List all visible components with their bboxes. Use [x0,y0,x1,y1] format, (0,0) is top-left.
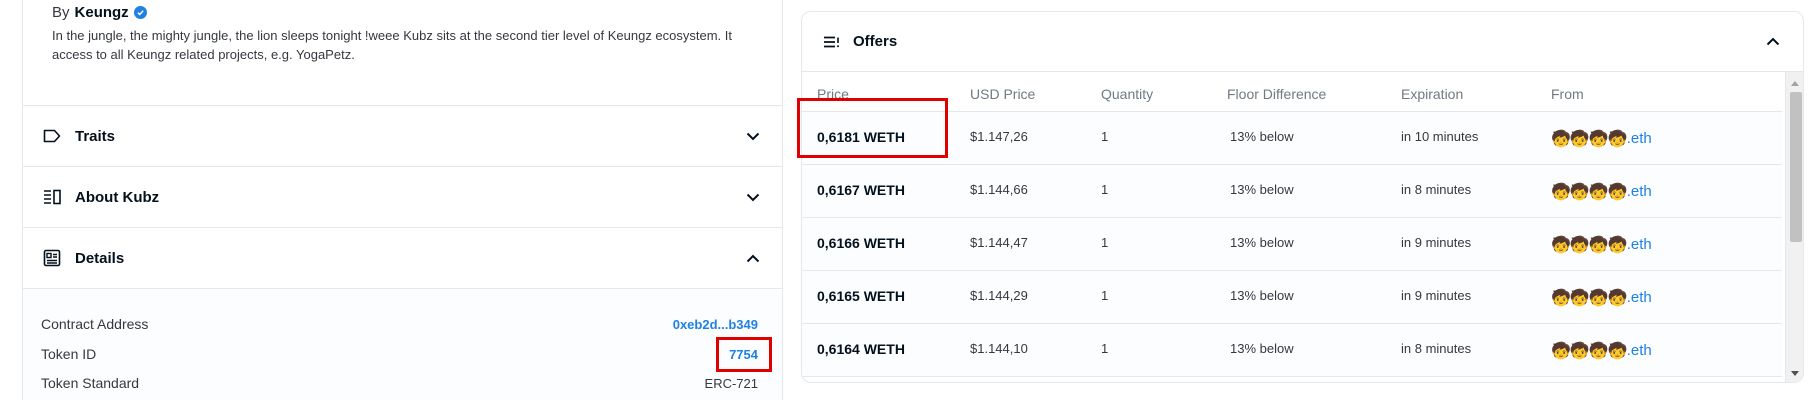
offer-usd-price: $1.147,26 [970,129,1028,144]
traits-section-header[interactable]: Traits [23,106,782,167]
offer-expiration: in 9 minutes [1401,288,1472,303]
table-row[interactable]: 0,6166 WETH $1.144,47 1 13% below in 9 m… [802,218,1782,271]
offer-from-suffix: .eth [1626,183,1652,200]
about-section-header[interactable]: About Kubz [23,167,782,228]
offer-from-link[interactable]: 🧒🧒🧒🧒 .eth [1551,341,1652,360]
column-header-quantity: Quantity [1101,86,1154,102]
offer-quantity: 1 [1101,182,1109,197]
offer-expiration: in 8 minutes [1401,341,1472,356]
offer-from-link[interactable]: 🧒🧒🧒🧒 .eth [1551,182,1652,201]
token-standard-row: Token Standard ERC-721 [41,372,758,394]
scroll-down-arrow-icon[interactable] [1790,368,1800,378]
offer-from-emoji: 🧒🧒🧒🧒 [1551,288,1628,307]
offers-title: Offers [853,33,898,50]
offer-floor-difference: 13% below [1230,235,1294,250]
chevron-down-icon[interactable] [744,127,762,145]
token-standard-value: ERC-721 [704,375,758,391]
chevron-up-icon[interactable] [1763,32,1783,52]
offers-table: Price USD Price Quantity Floor Differenc… [802,72,1782,382]
offers-header[interactable]: Offers [802,12,1803,72]
traits-label: Traits [75,127,116,145]
offer-from-suffix: .eth [1626,130,1652,147]
offer-price: 0,6166 WETH [817,235,905,251]
column-header-from: From [1551,86,1584,102]
offers-panel: Offers Price USD Price Quantity Floor Di… [801,11,1804,383]
creator-name-link[interactable]: Keungz [75,4,129,21]
offer-price: 0,6181 WETH [817,129,905,145]
offer-from-link[interactable]: 🧒🧒🧒🧒 .eth [1551,235,1652,254]
offer-expiration: in 8 minutes [1401,182,1472,197]
offer-expiration: in 9 minutes [1401,235,1472,250]
table-row[interactable]: 0,6167 WETH $1.144,66 1 13% below in 8 m… [802,165,1782,218]
offer-floor-difference: 13% below [1230,341,1294,356]
offer-from-suffix: .eth [1626,289,1652,306]
offer-price: 0,6164 WETH [817,341,905,357]
offer-floor-difference: 13% below [1230,288,1294,303]
table-row[interactable]: 0,6164 WETH $1.144,10 1 13% below in 8 m… [802,324,1782,377]
by-label: By [52,4,70,21]
about-label: About Kubz [75,188,160,206]
column-header-expiration: Expiration [1401,86,1464,102]
id-card-icon [42,248,62,268]
token-id-link[interactable]: 7754 [729,347,758,362]
list-detail-icon [42,187,62,207]
token-id-label: Token ID [41,346,97,362]
token-id-row: Token ID 7754 [41,343,758,365]
tag-icon [42,126,62,146]
offer-quantity: 1 [1101,288,1109,303]
description-block: By Keungz In the jungle, the mighty jung… [23,0,782,106]
table-row[interactable]: 0,6181 WETH $1.147,26 1 13% below in 10 … [802,112,1782,165]
offer-price: 0,6167 WETH [817,182,905,198]
table-row[interactable]: 0,6165 WETH $1.144,29 1 13% below in 9 m… [802,271,1782,324]
offer-quantity: 1 [1101,341,1109,356]
column-header-price: Price [817,86,849,102]
offer-quantity: 1 [1101,235,1109,250]
chevron-up-icon[interactable] [744,249,762,267]
column-header-usd-price: USD Price [970,86,1036,102]
offer-from-suffix: .eth [1626,236,1652,253]
creator-line: By Keungz [52,4,147,21]
offers-scrollbar[interactable] [1785,72,1803,382]
collection-description: In the jungle, the mighty jungle, the li… [52,28,733,62]
offer-usd-price: $1.144,29 [970,288,1028,303]
contract-address-link[interactable]: 0xeb2d...b349 [673,317,758,332]
scroll-thumb[interactable] [1790,92,1802,242]
verified-badge-icon [133,6,147,19]
offer-from-link[interactable]: 🧒🧒🧒🧒 .eth [1551,288,1652,307]
column-header-floor-difference: Floor Difference [1227,86,1327,102]
contract-address-label: Contract Address [41,316,149,332]
offer-quantity: 1 [1101,129,1109,144]
offer-usd-price: $1.144,66 [970,182,1028,197]
details-label: Details [75,249,125,267]
scroll-up-arrow-icon[interactable] [1790,78,1800,88]
offer-from-suffix: .eth [1626,342,1652,359]
offer-floor-difference: 13% below [1230,129,1294,144]
offer-usd-price: $1.144,10 [970,341,1028,356]
offers-table-header: Price USD Price Quantity Floor Differenc… [802,72,1782,112]
contract-address-row: Contract Address 0xeb2d...b349 [41,313,758,335]
details-section-header[interactable]: Details [23,228,782,289]
chevron-down-icon[interactable] [744,188,762,206]
offer-usd-price: $1.144,47 [970,235,1028,250]
item-info-panel: By Keungz In the jungle, the mighty jung… [22,0,783,400]
offer-price: 0,6165 WETH [817,288,905,304]
offer-from-link[interactable]: 🧒🧒🧒🧒 .eth [1551,129,1652,148]
offer-from-emoji: 🧒🧒🧒🧒 [1551,182,1628,201]
offer-from-emoji: 🧒🧒🧒🧒 [1551,235,1628,254]
list-lines-icon [822,32,842,52]
offer-floor-difference: 13% below [1230,182,1294,197]
offer-from-emoji: 🧒🧒🧒🧒 [1551,129,1628,148]
offer-expiration: in 10 minutes [1401,129,1479,144]
token-standard-label: Token Standard [41,375,140,391]
offer-from-emoji: 🧒🧒🧒🧒 [1551,341,1628,360]
